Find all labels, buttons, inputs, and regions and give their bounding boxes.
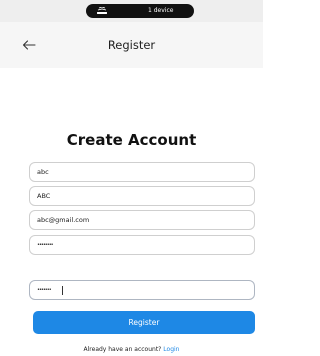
back-arrow-icon[interactable] [22, 40, 36, 50]
password-field[interactable] [29, 235, 255, 255]
status-bar: 1 device [0, 0, 263, 22]
first-name-field[interactable] [29, 162, 255, 182]
device-connection-pill: 1 device [86, 4, 194, 18]
login-prompt-text: Already have an account? [83, 346, 162, 353]
form-heading: Create Account [66, 131, 197, 149]
register-button[interactable]: Register [33, 311, 255, 334]
login-prompt: Already have an account? Login [0, 346, 263, 353]
device-count: 1 device [148, 7, 174, 14]
email-field[interactable] [29, 210, 255, 230]
text-caret [62, 286, 63, 295]
login-link[interactable]: Login [163, 346, 179, 353]
last-name-field[interactable] [29, 186, 255, 206]
app-bar: Register [0, 22, 263, 68]
page-title: Register [107, 38, 156, 52]
screen-share-icon [97, 7, 107, 14]
